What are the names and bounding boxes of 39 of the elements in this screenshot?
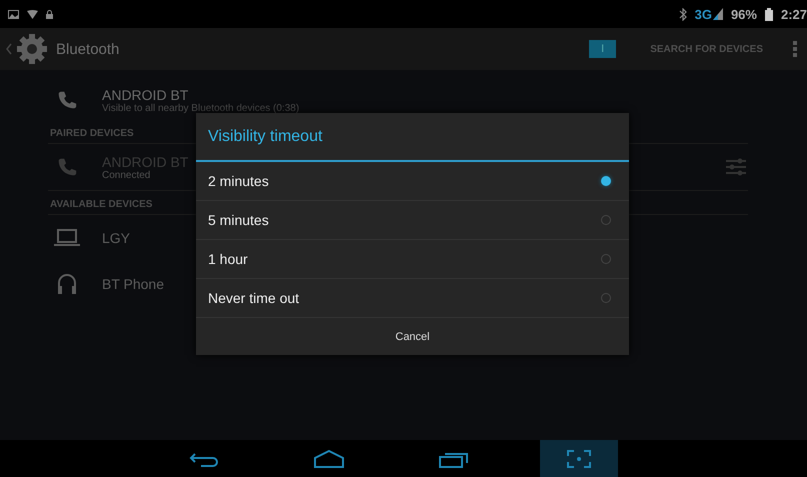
- timeout-option[interactable]: 5 minutes: [196, 201, 629, 240]
- option-label: Never time out: [208, 290, 300, 306]
- nav-button[interactable]: [540, 440, 618, 477]
- radio-button[interactable]: [601, 176, 611, 186]
- home-icon[interactable]: [314, 450, 344, 468]
- gear-icon: [16, 33, 48, 65]
- section-header: AVAILABLE DEVICES: [49, 198, 154, 212]
- device-status: Connected: [102, 170, 152, 180]
- picture-icon: [8, 10, 19, 18]
- battery-icon: [764, 8, 773, 20]
- clock-time: 2:27: [780, 6, 807, 22]
- overflow-menu-icon[interactable]: [793, 41, 797, 57]
- option-label: 5 minutes: [208, 212, 269, 228]
- network-type: 3G: [694, 6, 712, 22]
- bluetooth-icon: [678, 8, 687, 20]
- settings-sliders-icon[interactable]: [726, 158, 746, 176]
- timeout-option[interactable]: 1 hour: [196, 240, 629, 279]
- battery-percent: 96%: [730, 6, 757, 22]
- phone-icon: [56, 156, 78, 178]
- screen-title: Bluetooth: [56, 40, 120, 58]
- option-label: 2 minutes: [208, 173, 269, 189]
- timeout-option[interactable]: Never time out: [196, 279, 629, 318]
- timeout-option[interactable]: 2 minutes: [196, 162, 629, 201]
- cancel-button[interactable]: Cancel: [196, 318, 629, 355]
- radio-button[interactable]: [601, 293, 611, 303]
- radio-button[interactable]: [601, 215, 611, 225]
- signal-icon: [712, 8, 723, 20]
- section-header: PAIRED DEVICES: [49, 127, 135, 141]
- device-name: ANDROID BT: [102, 86, 190, 102]
- phone-icon: [56, 89, 78, 111]
- radio-button[interactable]: [601, 254, 611, 264]
- lock-icon: [46, 10, 53, 18]
- dialog-title: Visibility timeout: [196, 113, 629, 162]
- screenshot-icon[interactable]: [567, 450, 591, 468]
- option-label: 1 hour: [208, 251, 248, 267]
- headphones-icon: [56, 273, 78, 295]
- wifi-icon: [27, 10, 38, 18]
- laptop-icon: [54, 229, 80, 247]
- back-icon[interactable]: [189, 450, 219, 466]
